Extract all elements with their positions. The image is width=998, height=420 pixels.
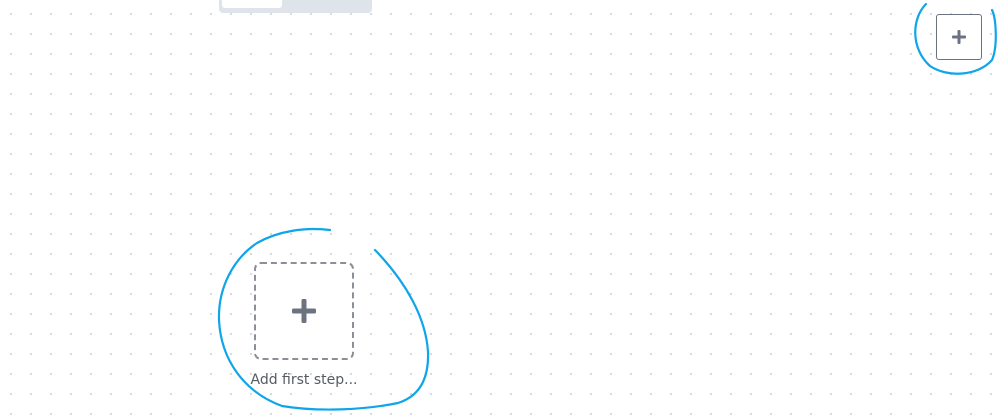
annotation-overlay bbox=[217, 2, 997, 411]
plus-icon bbox=[292, 299, 316, 323]
add-first-step-button[interactable] bbox=[254, 262, 354, 360]
workflow-canvas[interactable]: Add first step... bbox=[0, 0, 998, 420]
view-toggle-active-segment[interactable] bbox=[222, 0, 282, 8]
view-toggle[interactable] bbox=[219, 0, 372, 13]
plus-icon bbox=[952, 30, 966, 44]
add-node-button[interactable] bbox=[936, 14, 982, 60]
add-first-step-label: Add first step... bbox=[250, 372, 358, 388]
